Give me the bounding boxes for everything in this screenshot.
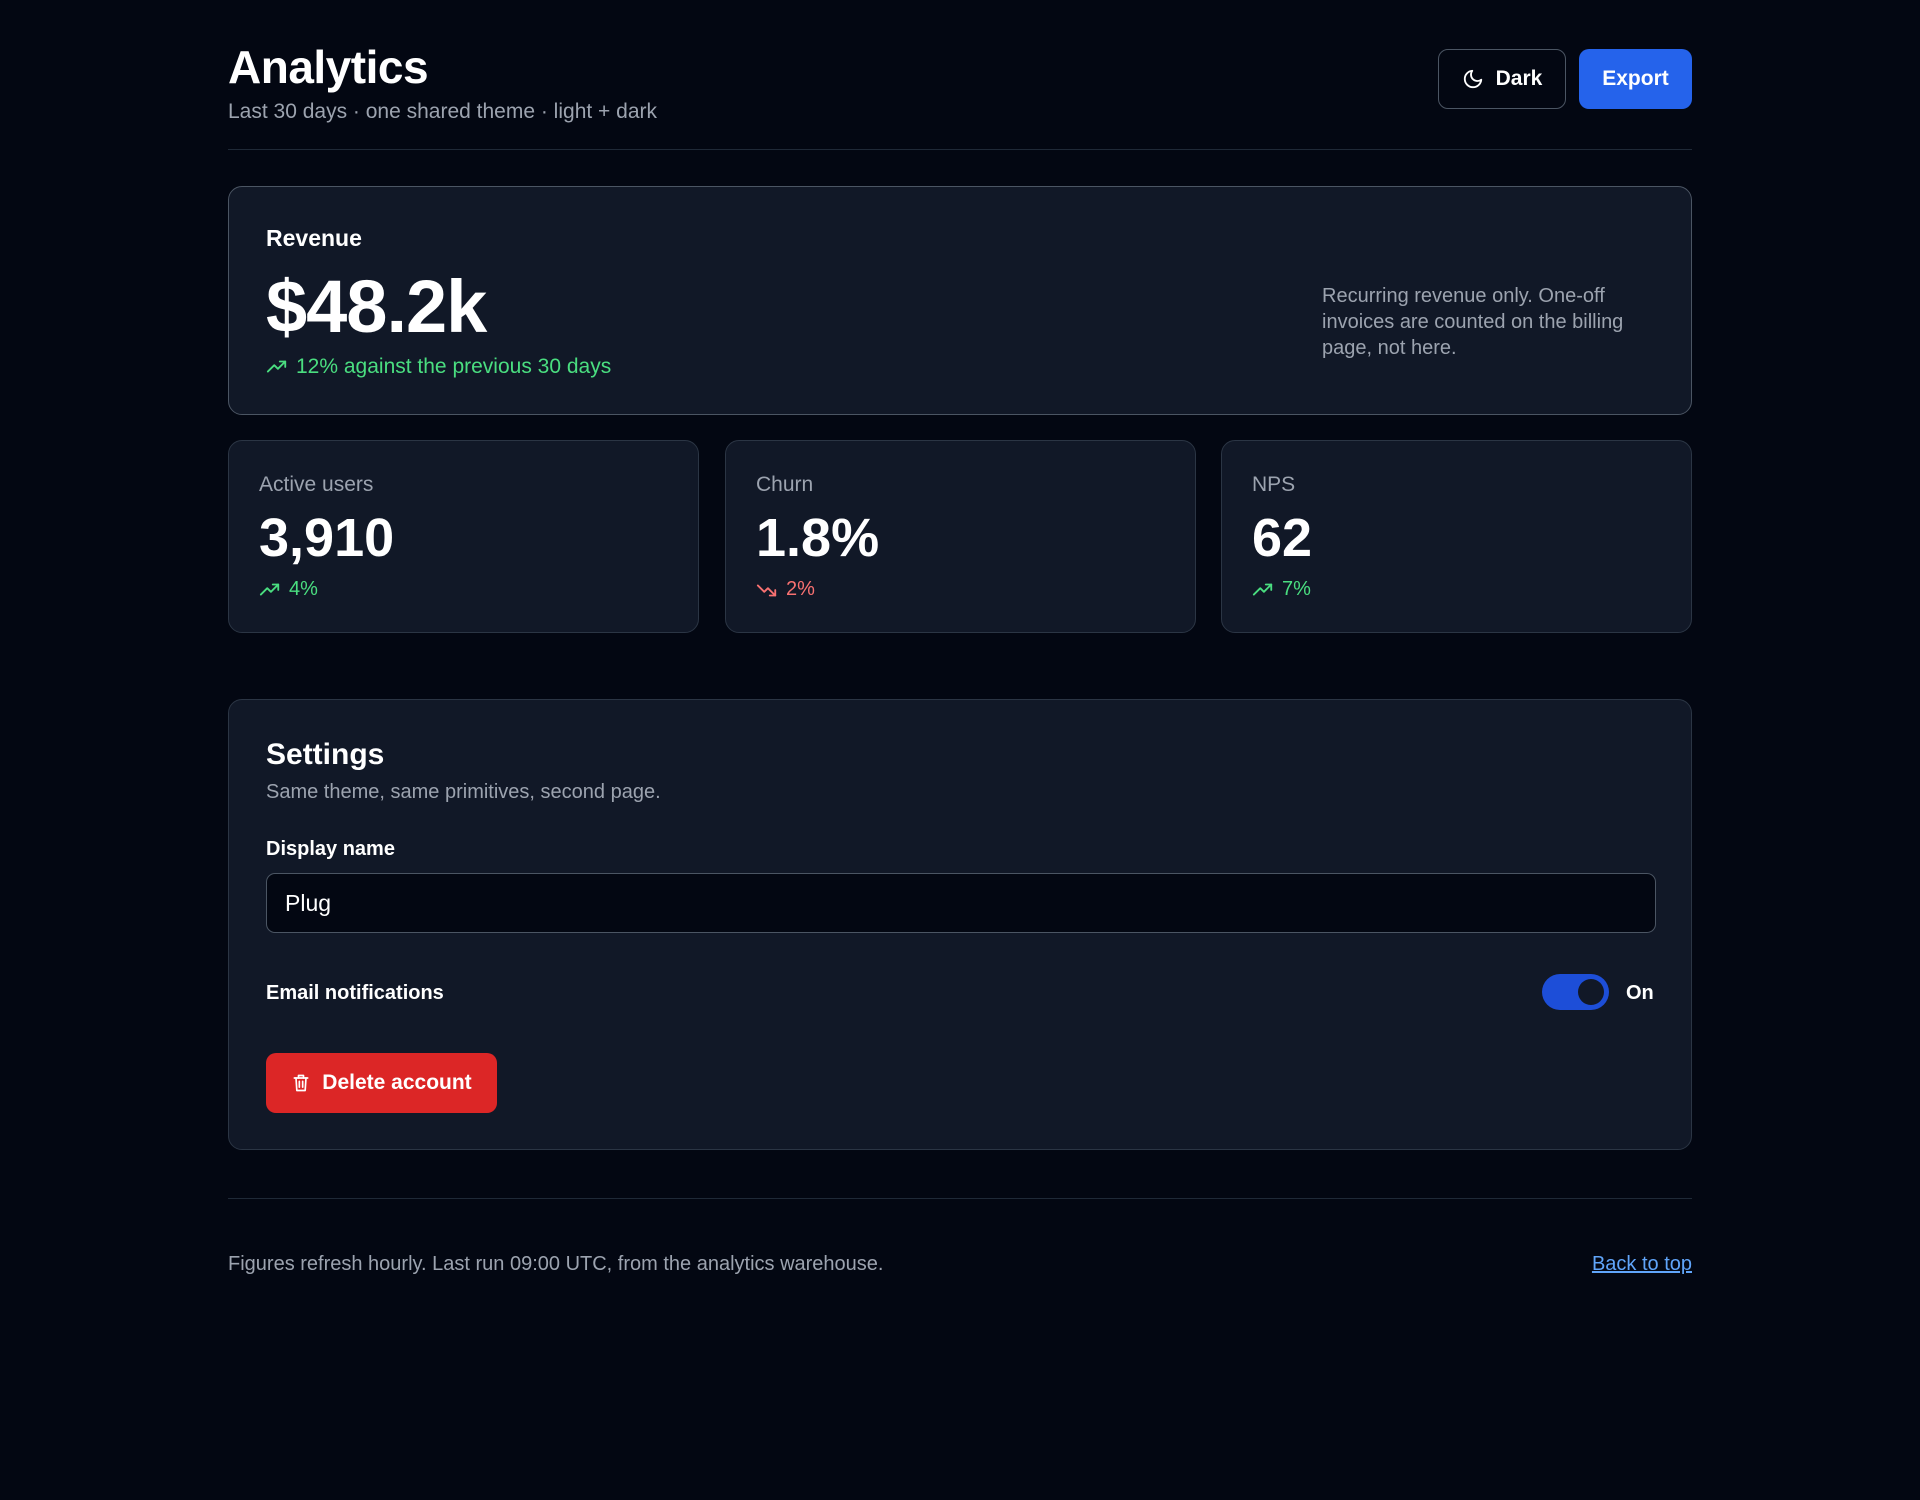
page: Analytics Last 30 days · one shared them… (228, 0, 1692, 1275)
stat-card-active-users: Active users 3,910 4% (228, 440, 699, 633)
moon-icon (1463, 69, 1482, 89)
trending-up-icon (1252, 583, 1273, 595)
page-footer: Figures refresh hourly. Last run 09:00 U… (228, 1198, 1692, 1298)
theme-toggle-label: Dark (1495, 67, 1543, 90)
toggle-knob (1578, 979, 1604, 1005)
stat-label: Churn (756, 473, 814, 496)
revenue-value: $48.2k (266, 265, 487, 348)
footer-text: Figures refresh hourly. Last run 09:00 U… (228, 1253, 884, 1275)
trending-up-icon (259, 583, 280, 595)
stat-trend-text: 7% (1282, 578, 1311, 600)
stat-trend-text: 2% (786, 578, 815, 600)
stat-label: Active users (259, 473, 374, 496)
display-name-input[interactable] (266, 873, 1656, 933)
stat-trend: 2% (756, 578, 815, 601)
stat-trend: 7% (1252, 578, 1311, 601)
revenue-trend: 12% against the previous 30 days (266, 355, 611, 379)
stat-card-churn: Churn 1.8% 2% (725, 440, 1196, 633)
page-title: Analytics (228, 41, 429, 93)
page-subtitle: Last 30 days · one shared theme · light … (228, 100, 657, 123)
revenue-card: Revenue $48.2k 12% against the previous … (228, 186, 1692, 415)
page-header: Analytics Last 30 days · one shared them… (228, 0, 1692, 150)
stat-value: 62 (1252, 508, 1313, 568)
email-notifications-label: Email notifications (266, 982, 444, 1004)
export-button[interactable]: Export (1579, 49, 1692, 109)
revenue-trend-text: 12% against the previous 30 days (296, 355, 612, 378)
revenue-note: Recurring revenue only. One-off invoices… (1322, 285, 1624, 359)
delete-account-button[interactable]: Delete account (266, 1053, 497, 1113)
trending-down-icon (756, 584, 777, 596)
display-name-label: Display name (266, 838, 395, 860)
settings-card: Settings Same theme, same primitives, se… (228, 699, 1692, 1150)
delete-account-label: Delete account (322, 1071, 472, 1094)
stat-value: 1.8% (756, 508, 880, 568)
stat-value: 3,910 (259, 508, 395, 568)
back-to-top-link[interactable]: Back to top (1592, 1253, 1692, 1276)
trash-icon (293, 1074, 309, 1092)
stat-trend-text: 4% (289, 578, 318, 600)
header-actions: Dark Export (1438, 49, 1692, 109)
settings-subtitle: Same theme, same primitives, second page… (266, 781, 661, 803)
email-notifications-state: On (1626, 982, 1654, 1004)
revenue-label: Revenue (266, 225, 362, 251)
settings-title: Settings (266, 738, 385, 771)
stat-label: NPS (1252, 473, 1296, 496)
stat-card-nps: NPS 62 7% (1221, 440, 1692, 633)
theme-toggle-button[interactable]: Dark (1438, 49, 1566, 109)
email-notifications-toggle[interactable] (1542, 974, 1609, 1010)
stat-trend: 4% (259, 578, 318, 601)
trending-up-icon (266, 360, 287, 373)
